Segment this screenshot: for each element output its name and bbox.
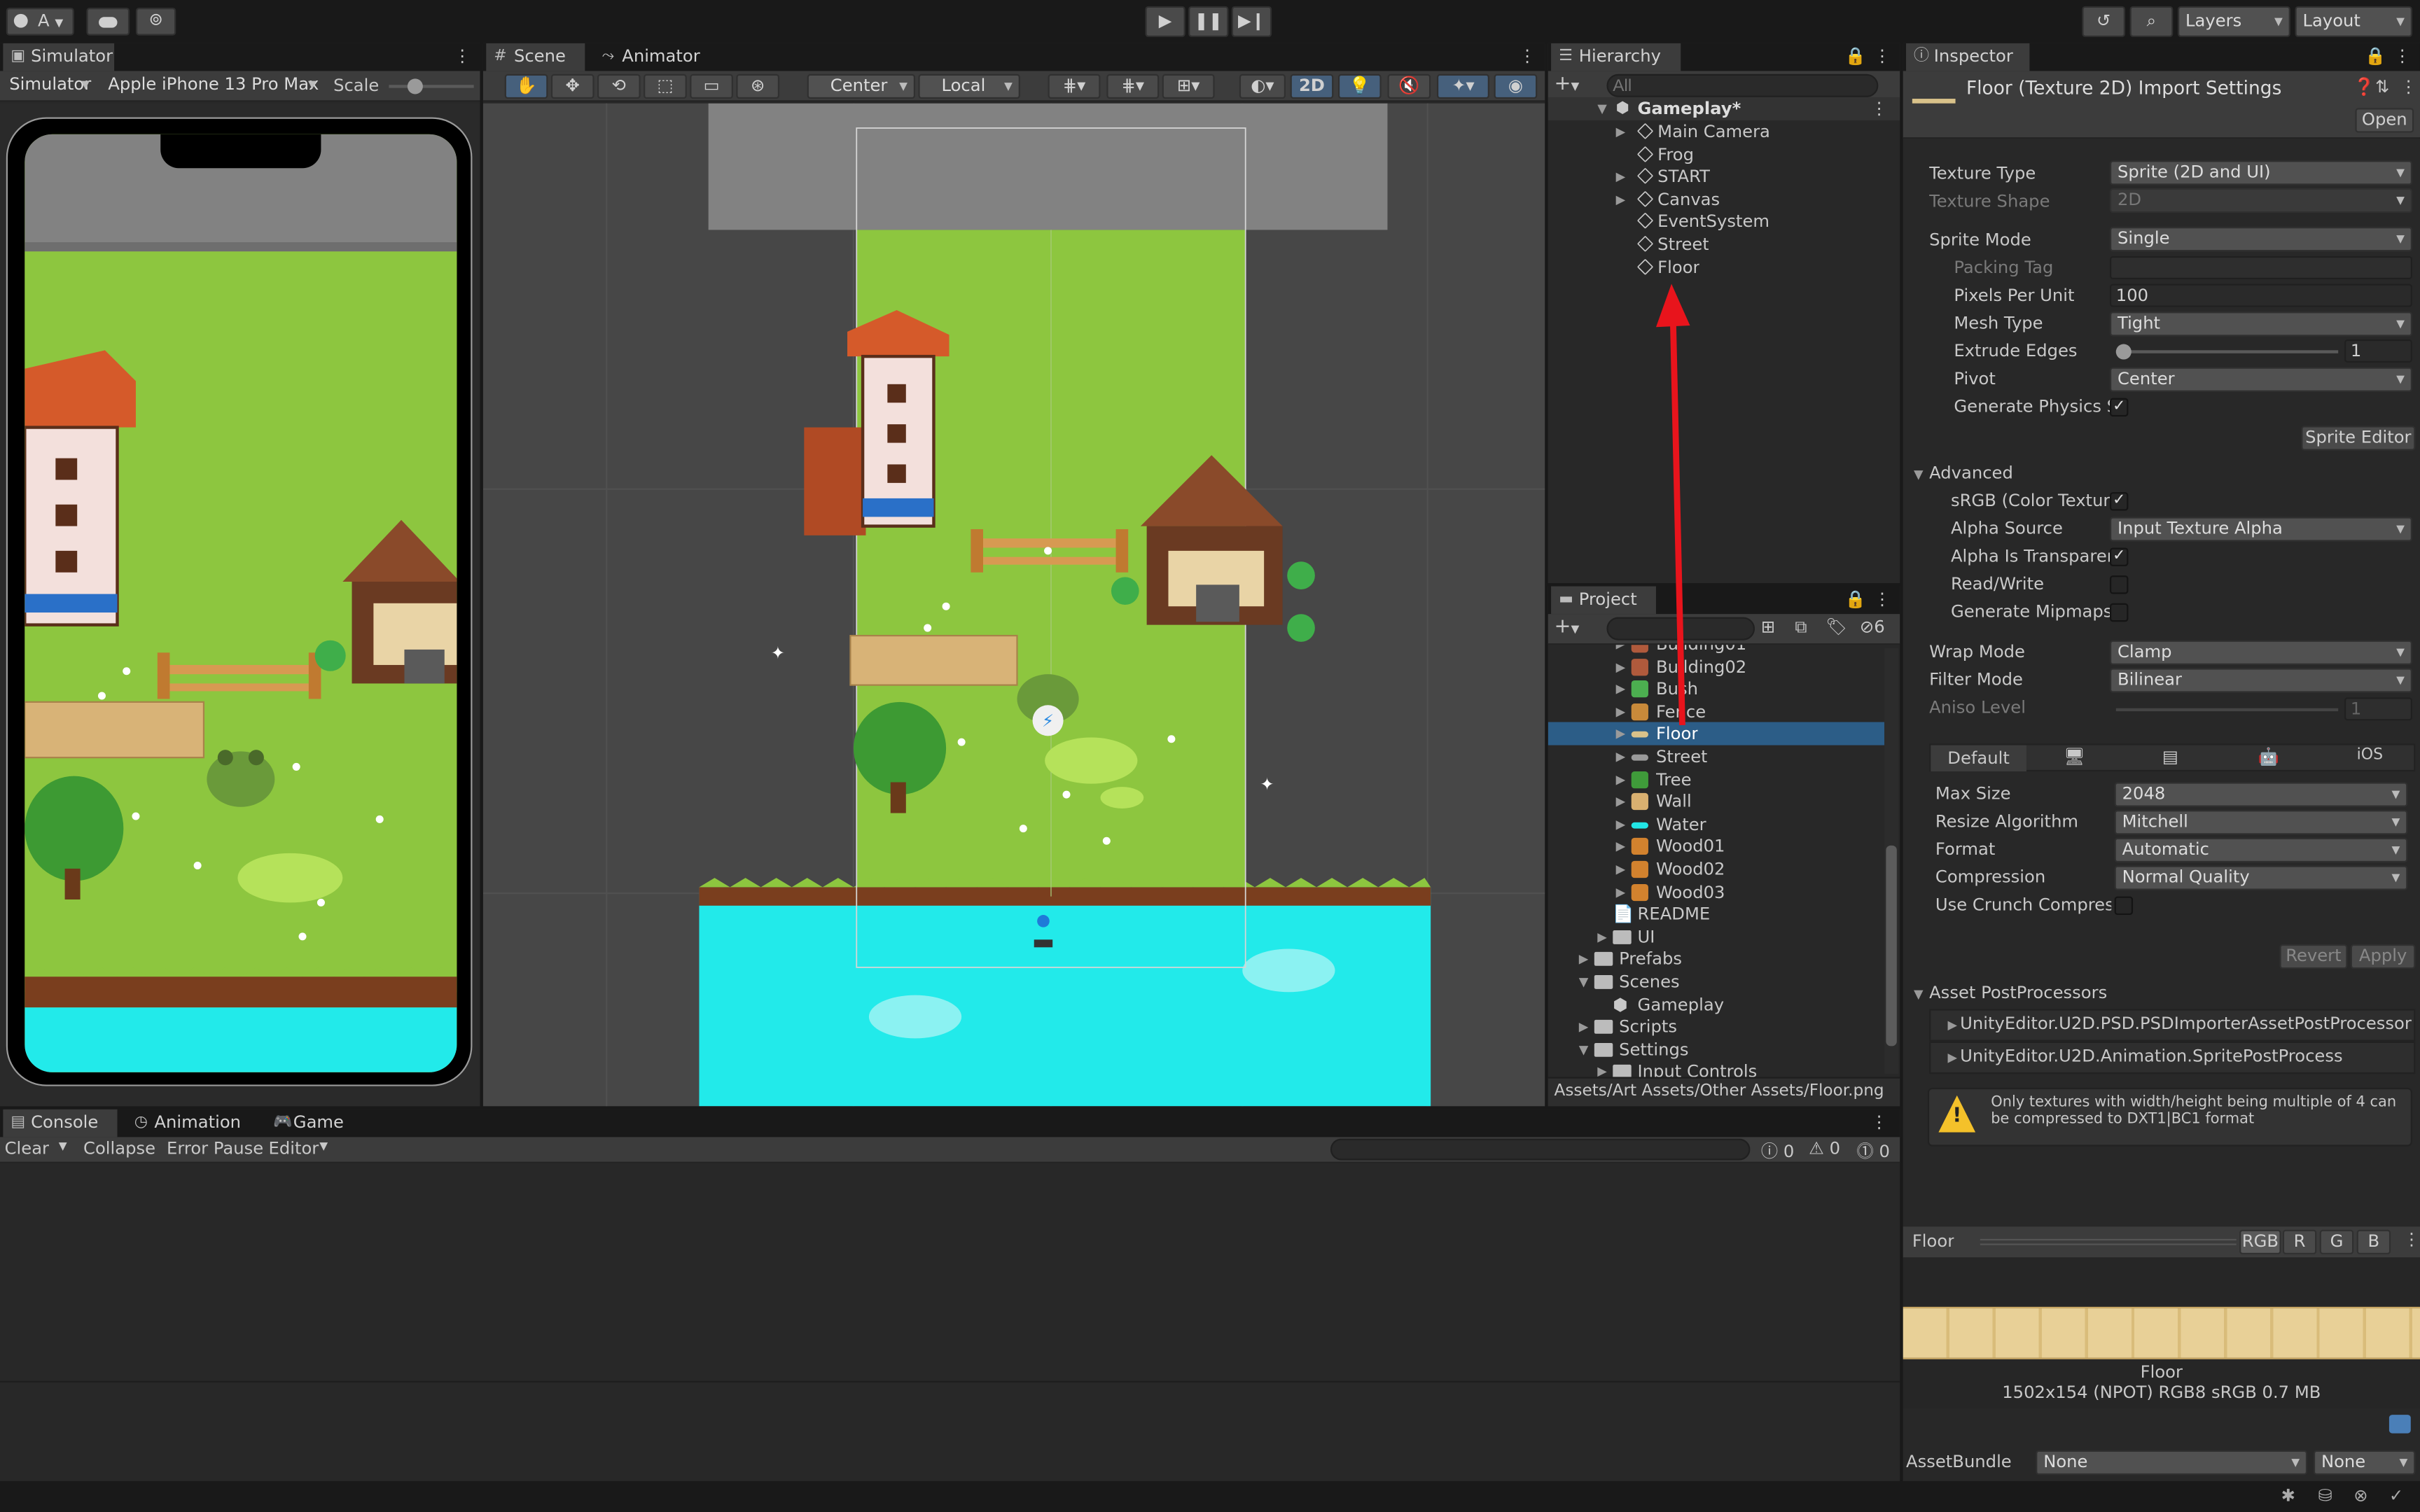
annotation-arrow <box>1655 284 1690 726</box>
